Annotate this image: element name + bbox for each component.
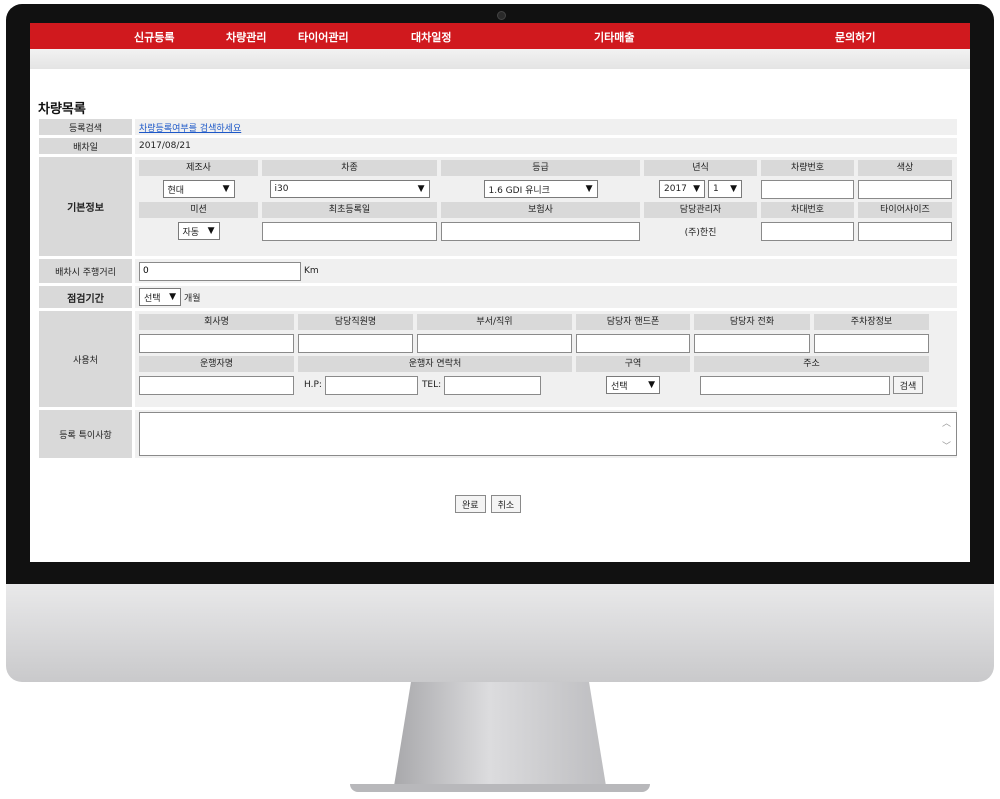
header-driver-contact: 운행자 연락처 bbox=[298, 356, 572, 372]
nav-inquiry[interactable]: 문의하기 bbox=[835, 29, 875, 45]
staff-mobile-input[interactable] bbox=[576, 333, 690, 353]
sub-bar bbox=[30, 49, 970, 69]
nav-rental-schedule[interactable]: 대차일정 bbox=[411, 29, 451, 45]
chevron-down-icon: ▼ bbox=[693, 184, 700, 194]
address-search-button[interactable]: 검색 bbox=[892, 376, 924, 394]
header-maker: 제조사 bbox=[139, 160, 258, 176]
driver-hp-input[interactable] bbox=[324, 375, 418, 395]
form-actions: 완료 취소 bbox=[455, 495, 522, 513]
header-year: 년식 bbox=[644, 160, 757, 176]
header-model: 차종 bbox=[262, 160, 437, 176]
header-staff-phone: 담당자 전화 bbox=[694, 314, 810, 330]
scroll-up-icon[interactable]: ︿ bbox=[942, 416, 951, 429]
cancel-button[interactable]: 취소 bbox=[490, 495, 522, 513]
staff-name-input[interactable] bbox=[298, 333, 413, 353]
basic-info-label: 기본정보 bbox=[39, 157, 132, 256]
transmission-select[interactable]: 자동 ▼ bbox=[177, 222, 220, 240]
inspection-unit: 개월 bbox=[184, 293, 201, 304]
header-driver-name: 운행자명 bbox=[139, 356, 294, 372]
mileage-unit: Km bbox=[304, 266, 319, 276]
maker-select[interactable]: 현대 ▼ bbox=[162, 180, 235, 198]
screen: 신규등록 차량관리 타이어관리 대차일정 기타매출 문의하기 차량목록 등록검색… bbox=[30, 23, 970, 562]
maker-value: 현대 bbox=[167, 185, 185, 196]
tel-label: TEL: bbox=[421, 380, 442, 390]
header-vin: 차대번호 bbox=[761, 202, 854, 218]
nav-vehicle-management[interactable]: 차량관리 bbox=[226, 29, 266, 45]
header-address: 주소 bbox=[694, 356, 929, 372]
model-value: i30 bbox=[274, 184, 289, 194]
nav-new-registration[interactable]: 신규등록 bbox=[134, 29, 174, 45]
color-input[interactable] bbox=[858, 179, 952, 199]
register-search-link[interactable]: 차량등록여부를 검색하세요 bbox=[139, 121, 241, 134]
monitor-stand bbox=[394, 682, 606, 786]
chevron-down-icon: ▼ bbox=[730, 184, 737, 194]
insurer-input[interactable] bbox=[441, 221, 640, 241]
user-label: 사용처 bbox=[39, 311, 132, 407]
chevron-down-icon: ▼ bbox=[648, 380, 655, 390]
inspection-label: 점검기간 bbox=[39, 286, 132, 308]
month-value: 1 bbox=[713, 184, 719, 194]
grade-value: 1.6 GDI 유니크 bbox=[488, 185, 550, 196]
nav-other-sales[interactable]: 기타매출 bbox=[594, 29, 634, 45]
year-value: 2017 bbox=[664, 184, 687, 194]
grade-select[interactable]: 1.6 GDI 유니크 ▼ bbox=[483, 180, 598, 198]
inspection-select[interactable]: 선택 ▼ bbox=[139, 288, 181, 306]
transmission-value: 자동 bbox=[182, 227, 200, 238]
year-select[interactable]: 2017 ▼ bbox=[659, 180, 705, 198]
page-title: 차량목록 bbox=[38, 102, 86, 117]
inspection-select-value: 선택 bbox=[144, 293, 161, 304]
header-tire-size: 타이어사이즈 bbox=[858, 202, 952, 218]
header-color: 색상 bbox=[858, 160, 952, 176]
chevron-down-icon: ▼ bbox=[585, 184, 593, 194]
chevron-down-icon: ▼ bbox=[222, 184, 230, 194]
header-car-number: 차량번호 bbox=[761, 160, 854, 176]
chevron-down-icon: ▼ bbox=[169, 292, 176, 302]
notes-label: 등록 특이사항 bbox=[39, 410, 132, 458]
car-number-input[interactable] bbox=[761, 179, 854, 199]
hp-label: H.P: bbox=[304, 380, 322, 390]
chevron-down-icon: ▼ bbox=[417, 184, 425, 194]
header-company: 회사명 bbox=[139, 314, 294, 330]
dispatch-date-label: 배차일 bbox=[39, 138, 132, 154]
header-staff-mobile: 담당자 핸드폰 bbox=[576, 314, 690, 330]
driver-name-input[interactable] bbox=[139, 375, 294, 395]
dept-position-input[interactable] bbox=[417, 333, 572, 353]
header-zone: 구역 bbox=[576, 356, 690, 372]
driver-tel-input[interactable] bbox=[444, 375, 542, 395]
header-dept-position: 부서/직위 bbox=[417, 314, 572, 330]
model-select[interactable]: i30 ▼ bbox=[269, 180, 430, 198]
monitor-chin bbox=[6, 584, 994, 682]
mileage-input[interactable] bbox=[139, 261, 301, 281]
header-grade: 등급 bbox=[441, 160, 640, 176]
header-transmission: 미션 bbox=[139, 202, 258, 218]
camera-icon bbox=[497, 11, 506, 20]
zone-select[interactable]: 선택 ▼ bbox=[606, 376, 660, 394]
header-parking-info: 주차장정보 bbox=[814, 314, 929, 330]
parking-info-input[interactable] bbox=[814, 333, 929, 353]
chevron-down-icon: ▼ bbox=[207, 226, 215, 236]
vin-input[interactable] bbox=[761, 221, 854, 241]
register-search-label: 등록검색 bbox=[39, 119, 132, 135]
tire-size-input[interactable] bbox=[858, 221, 952, 241]
confirm-button[interactable]: 완료 bbox=[455, 495, 486, 513]
staff-phone-input[interactable] bbox=[694, 333, 810, 353]
first-reg-date-input[interactable] bbox=[262, 221, 437, 241]
vehicle-form: 등록검색 차량등록여부를 검색하세요 배차일 2017/08/21 기본정보 제… bbox=[39, 119, 957, 461]
manager-value: (주)한진 bbox=[684, 227, 717, 238]
nav-tire-management[interactable]: 타이어관리 bbox=[298, 29, 349, 45]
company-input[interactable] bbox=[139, 333, 294, 353]
header-staff-name: 담당직원명 bbox=[298, 314, 413, 330]
mileage-label: 배차시 주행거리 bbox=[39, 259, 132, 283]
monitor-stand-base bbox=[350, 784, 650, 792]
header-insurer: 보험사 bbox=[441, 202, 640, 218]
month-select[interactable]: 1 ▼ bbox=[708, 180, 742, 198]
header-first-reg-date: 최초등록일 bbox=[262, 202, 437, 218]
header-manager: 담당관리자 bbox=[644, 202, 757, 218]
notes-textarea[interactable] bbox=[139, 412, 957, 456]
dispatch-date-value: 2017/08/21 bbox=[135, 138, 957, 154]
zone-select-value: 선택 bbox=[611, 381, 628, 392]
address-input[interactable] bbox=[699, 375, 890, 395]
top-nav: 신규등록 차량관리 타이어관리 대차일정 기타매출 문의하기 bbox=[30, 23, 970, 49]
scroll-down-icon[interactable]: ﹀ bbox=[942, 439, 951, 452]
